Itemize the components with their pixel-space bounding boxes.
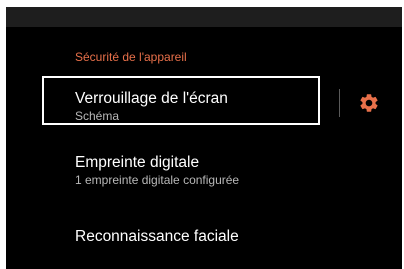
fingerprint-summary: 1 empreinte digitale configurée [75,173,240,187]
screen-lock-item[interactable]: Verrouillage de l'écran Schéma [75,90,228,124]
section-header-device-security: Sécurité de l'appareil [75,50,187,64]
gear-icon[interactable] [358,92,380,114]
face-recognition-title: Reconnaissance faciale [75,228,239,245]
face-recognition-item[interactable]: Reconnaissance faciale [75,228,239,246]
screen-lock-title: Verrouillage de l'écran [75,90,228,107]
top-bar [6,7,402,27]
divider [339,89,340,117]
fingerprint-item[interactable]: Empreinte digitale 1 empreinte digitale … [75,154,239,188]
screen-lock-summary: Schéma [75,109,120,123]
settings-screen: Sécurité de l'appareil Verrouillage de l… [6,7,402,269]
fingerprint-title: Empreinte digitale [75,154,200,171]
